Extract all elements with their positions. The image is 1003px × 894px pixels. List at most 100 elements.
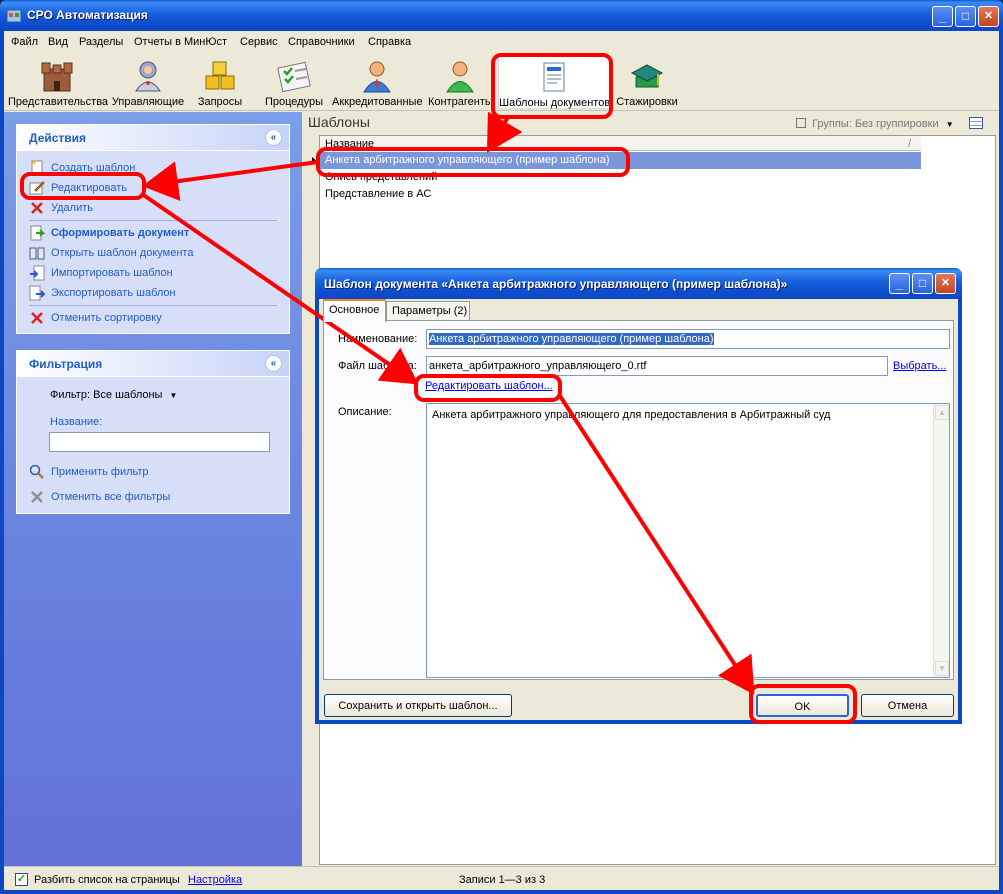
filter-panel: Фильтрация « Фильтр: Все шаблоны ▼ Назва… [16,350,290,514]
toolbar-document-templates-button[interactable]: Шаблоны документов [498,55,610,109]
menu-file[interactable]: Файл [11,36,38,48]
menu-references[interactable]: Справочники [288,36,355,48]
column-header-name[interactable]: Название / [320,136,921,151]
choose-file-link[interactable]: Выбрать... [893,360,946,372]
menu-sections[interactable]: Разделы [79,36,123,48]
menu-view[interactable]: Вид [48,36,68,48]
filter-panel-header[interactable]: Фильтрация « [17,351,289,377]
dialog-maximize-button[interactable]: □ [912,273,933,294]
scroll-up-icon[interactable]: ▲ [935,405,949,420]
app-window: СРО Автоматизация _ □ ✕ Файл Вид Разделы… [0,0,1003,894]
tab-main[interactable]: Основное [323,299,386,322]
app-icon [6,9,22,23]
toolbar-procedures-button[interactable]: Процедуры [262,55,326,109]
name-field[interactable]: Анкета арбитражного управляющего (пример… [426,329,950,349]
collapse-icon[interactable]: « [265,129,282,146]
dialog-minimize-button[interactable]: _ [889,273,910,294]
tab-parameters[interactable]: Параметры (2) [386,301,470,321]
chevron-down-icon: ▼ [945,120,954,129]
button-label: Сохранить и открыть шаблон... [338,700,498,712]
paginate-checkbox[interactable]: ✓ [15,873,28,886]
action-label: Отменить сортировку [51,312,162,324]
toolbar-requests-button[interactable]: Запросы [190,55,250,109]
toolbar-accredited-button[interactable]: Аккредитованные [332,55,423,109]
settings-link[interactable]: Настройка [188,874,242,886]
cancel-sort-icon [31,312,43,324]
generate-document-icon [30,225,45,241]
collapse-icon[interactable]: « [265,355,282,372]
description-field[interactable]: Анкета арбитражного управляющего для пре… [426,403,950,678]
filter-name-input[interactable] [49,432,270,452]
button-label: Отмена [887,700,928,712]
blocks-icon [205,61,235,90]
action-label: Удалить [51,202,93,214]
description-label: Описание: [338,406,392,418]
menu-bar: Файл Вид Разделы Отчеты в МинЮст Сервис … [4,31,999,53]
button-label: OK [794,701,811,713]
menu-help[interactable]: Справка [368,36,411,48]
table-row[interactable]: Опись представлений [320,169,921,186]
paginate-label: Разбить список на страницы [34,874,180,886]
menu-service[interactable]: Сервис [240,36,278,48]
table-row[interactable]: Анкета арбитражного управляющего (пример… [312,152,921,169]
tab-main-page: Наименование: Анкета арбитражного управл… [323,320,954,680]
file-label: Файл шаблона: [338,360,417,372]
minimize-button[interactable]: _ [932,6,953,27]
grouping-icon [796,118,806,128]
toolbar-label: Представительства [8,96,109,108]
toolbar-label: Контрагенты [428,96,493,108]
filter-name-label: Название: [50,416,103,428]
toolbar-label: Шаблоны документов [499,97,611,109]
toolbar-label: Управляющие [111,96,185,108]
row-label: Опись представлений [325,171,438,183]
grid-icon[interactable] [968,117,983,129]
filter-selector[interactable]: Фильтр: Все шаблоны ▼ [50,389,177,401]
tab-label: Параметры (2) [392,305,468,317]
maximize-button[interactable]: □ [955,6,976,27]
row-pointer-icon [309,152,320,169]
action-label: Отменить все фильтры [51,491,171,503]
import-icon [30,265,45,281]
toolbar-label: Запросы [197,96,243,108]
action-label: Импортировать шаблон [51,267,173,279]
actions-panel-header[interactable]: Действия « [17,125,289,151]
column-header-label: Название [325,138,375,150]
actions-panel-title: Действия [29,131,87,145]
description-scrollbar[interactable]: ▲ ▼ [933,404,949,677]
manager-icon [135,61,161,92]
name-label: Наименование: [338,333,418,345]
dialog-body: Основное Параметры (2) Наименование: Анк… [319,299,958,720]
toolbar-managers-button[interactable]: Управляющие [110,55,186,109]
close-button[interactable]: ✕ [978,6,999,27]
file-field[interactable]: анкета_арбитражного_управляющего_0.rtf [426,356,888,376]
action-label: Сформировать документ [51,227,190,239]
cancel-button[interactable]: Отмена [861,694,954,717]
toolbar-internships-button[interactable]: Стажировки [616,55,678,109]
grouping-selector[interactable]: Группы: Без группировки ▼ [796,117,983,130]
dialog-close-button[interactable]: ✕ [935,273,956,294]
tab-label: Основное [329,304,380,316]
checklist-icon [277,61,311,93]
filter-panel-title: Фильтрация [29,357,103,371]
actions-separator [29,220,277,221]
toolbar-counterparties-button[interactable]: Контрагенты [428,55,493,109]
toolbar-representations-button[interactable]: Представительства [8,55,109,109]
edit-icon [29,181,45,195]
search-icon [29,464,44,479]
delete-icon [31,202,43,214]
menu-reports[interactable]: Отчеты в МинЮст [134,36,227,48]
sort-icon: / [908,138,912,150]
ok-button[interactable]: OK [756,694,849,717]
name-value: Анкета арбитражного управляющего (пример… [429,333,714,345]
person-tie-icon [363,61,391,93]
save-open-template-button[interactable]: Сохранить и открыть шаблон... [324,694,512,717]
actions-panel: Действия « Создать шаблон Редактировать … [16,124,290,334]
template-dialog: Шаблон документа «Анкета арбитражного уп… [315,268,962,724]
chevron-down-icon: ▼ [169,391,178,400]
scroll-down-icon[interactable]: ▼ [935,661,949,676]
table-row[interactable]: Представление в АС [320,186,921,203]
sidebar: Действия « Создать шаблон Редактировать … [4,112,302,866]
window-title: СРО Автоматизация [27,8,148,22]
edit-template-link[interactable]: Редактировать шаблон... [425,380,553,392]
minimize-icon: _ [895,276,904,291]
